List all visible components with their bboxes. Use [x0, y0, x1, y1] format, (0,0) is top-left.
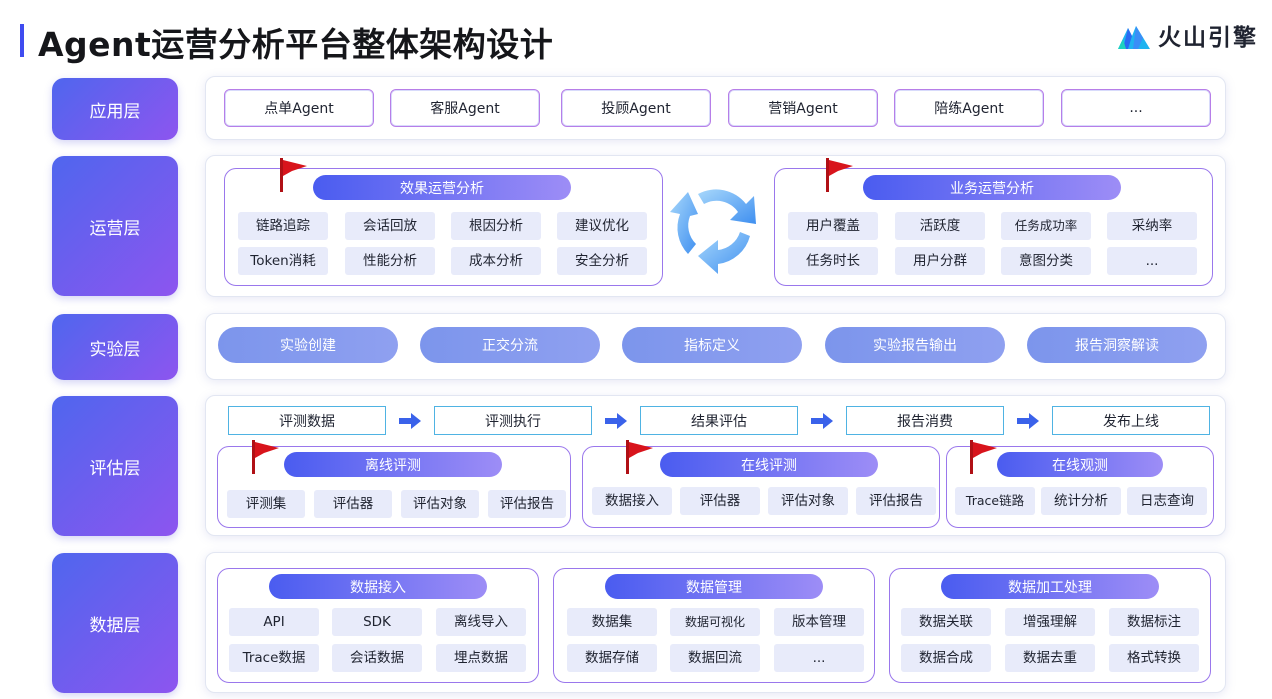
flag-icon	[280, 158, 307, 192]
chip-version: 版本管理	[774, 608, 864, 636]
chip-more: ...	[774, 644, 864, 672]
chip-user-segment: 用户分群	[895, 247, 985, 275]
chip-activity: 活跃度	[895, 212, 985, 240]
chip-dedupe: 数据去重	[1005, 644, 1095, 672]
app-item-more: ...	[1061, 89, 1211, 127]
chip-eval-target: 评估对象	[401, 490, 479, 518]
flag-icon	[626, 440, 653, 474]
app-layer-panel: 点单Agent 客服Agent 投顾Agent 营销Agent 陪练Agent …	[205, 76, 1226, 140]
exp-item-metrics: 指标定义	[622, 327, 802, 363]
chip-task-duration: 任务时长	[788, 247, 878, 275]
chip-eval-set: 评测集	[227, 490, 305, 518]
chip-replay: 会话回放	[345, 212, 435, 240]
arrow-right-icon	[1017, 413, 1039, 429]
data-layer-panel: 数据接入 API SDK 离线导入 Trace数据 会话数据 埋点数据 数据管理…	[205, 552, 1226, 693]
chip-evaluator: 评估器	[680, 487, 760, 515]
flow-step-evaluate: 结果评估	[640, 406, 798, 435]
chip-trace: 链路追踪	[238, 212, 328, 240]
data-process-panel: 数据加工处理 数据关联 增强理解 数据标注 数据合成 数据去重 格式转换	[889, 568, 1211, 683]
chip-storage: 数据存储	[567, 644, 657, 672]
title-accent-bar	[20, 24, 24, 57]
eval-layer-panel: 评测数据 评测执行 结果评估 报告消费 发布上线 离线评测 评测集 评估器 评估…	[205, 395, 1226, 536]
chip-suggest: 建议优化	[557, 212, 647, 240]
chip-trace-link: Trace链路	[955, 487, 1035, 515]
chip-backflow: 数据回流	[670, 644, 760, 672]
page-title: Agent运营分析平台整体架构设计	[38, 25, 554, 64]
chip-cost: 成本分析	[451, 247, 541, 275]
chip-trace-data: Trace数据	[229, 644, 319, 672]
flag-icon	[252, 440, 279, 474]
arrow-right-icon	[811, 413, 833, 429]
chip-eval-target: 评估对象	[768, 487, 848, 515]
app-item-service: 客服Agent	[390, 89, 540, 127]
data-manage-panel: 数据管理 数据集 数据可视化 版本管理 数据存储 数据回流 ...	[553, 568, 875, 683]
chip-data-link: 数据关联	[901, 608, 991, 636]
chip-evaluator: 评估器	[314, 490, 392, 518]
layer-label-data: 数据层	[52, 553, 178, 693]
chip-data-viz: 数据可视化	[670, 608, 760, 636]
flow-step-consume: 报告消费	[846, 406, 1004, 435]
app-item-advisor: 投顾Agent	[561, 89, 711, 127]
exp-item-create: 实验创建	[218, 327, 398, 363]
refresh-cycle-icon	[670, 189, 756, 274]
chip-token: Token消耗	[238, 247, 328, 275]
chip-stats: 统计分析	[1041, 487, 1121, 515]
flow-step-execute: 评测执行	[434, 406, 592, 435]
exp-item-insight: 报告洞察解读	[1027, 327, 1207, 363]
exp-item-report: 实验报告输出	[825, 327, 1005, 363]
chip-enhance: 增强理解	[1005, 608, 1095, 636]
chip-tracking-data: 埋点数据	[436, 644, 526, 672]
chip-session-data: 会话数据	[332, 644, 422, 672]
app-item-order: 点单Agent	[224, 89, 374, 127]
experiment-layer-panel: 实验创建 正交分流 指标定义 实验报告输出 报告洞察解读	[205, 313, 1226, 380]
layer-label-app: 应用层	[52, 78, 178, 140]
flow-step-release: 发布上线	[1052, 406, 1210, 435]
volcano-logo-icon	[1118, 26, 1150, 49]
effect-analysis-title: 效果运营分析	[313, 175, 571, 200]
chip-user-coverage: 用户覆盖	[788, 212, 878, 240]
flag-icon	[970, 440, 997, 474]
chip-adoption: 采纳率	[1107, 212, 1197, 240]
chip-more: ...	[1107, 247, 1197, 275]
chip-format: 格式转换	[1109, 644, 1199, 672]
chip-security: 安全分析	[557, 247, 647, 275]
data-ingest-panel: 数据接入 API SDK 离线导入 Trace数据 会话数据 埋点数据	[217, 568, 539, 683]
app-item-trainer: 陪练Agent	[894, 89, 1044, 127]
arrow-right-icon	[399, 413, 421, 429]
online-observe-title: 在线观测	[997, 452, 1163, 477]
business-analysis-title: 业务运营分析	[863, 175, 1121, 200]
online-eval-title: 在线评测	[660, 452, 878, 477]
data-process-title: 数据加工处理	[941, 574, 1159, 599]
chip-dataset: 数据集	[567, 608, 657, 636]
flow-step-data: 评测数据	[228, 406, 386, 435]
brand-name: 火山引擎	[1158, 25, 1258, 51]
data-manage-title: 数据管理	[605, 574, 823, 599]
layer-label-experiment: 实验层	[52, 314, 178, 380]
chip-eval-report: 评估报告	[488, 490, 566, 518]
chip-synthesize: 数据合成	[901, 644, 991, 672]
chip-intent: 意图分类	[1001, 247, 1091, 275]
app-item-marketing: 营销Agent	[728, 89, 878, 127]
chip-eval-report: 评估报告	[856, 487, 936, 515]
chip-success-rate: 任务成功率	[1001, 212, 1091, 240]
exp-item-split: 正交分流	[420, 327, 600, 363]
layer-label-ops: 运营层	[52, 156, 178, 296]
chip-root-cause: 根因分析	[451, 212, 541, 240]
chip-performance: 性能分析	[345, 247, 435, 275]
chip-api: API	[229, 608, 319, 636]
flag-icon	[826, 158, 853, 192]
chip-data-ingest: 数据接入	[592, 487, 672, 515]
offline-eval-title: 离线评测	[284, 452, 502, 477]
chip-log-query: 日志查询	[1127, 487, 1207, 515]
brand: 火山引擎	[1116, 18, 1258, 52]
chip-annotate: 数据标注	[1109, 608, 1199, 636]
data-ingest-title: 数据接入	[269, 574, 487, 599]
chip-sdk: SDK	[332, 608, 422, 636]
layer-label-eval: 评估层	[52, 396, 178, 536]
chip-offline-import: 离线导入	[436, 608, 526, 636]
arrow-right-icon	[605, 413, 627, 429]
ops-layer-panel: 效果运营分析 链路追踪 会话回放 根因分析 建议优化 Token消耗 性能分析 …	[205, 155, 1226, 297]
